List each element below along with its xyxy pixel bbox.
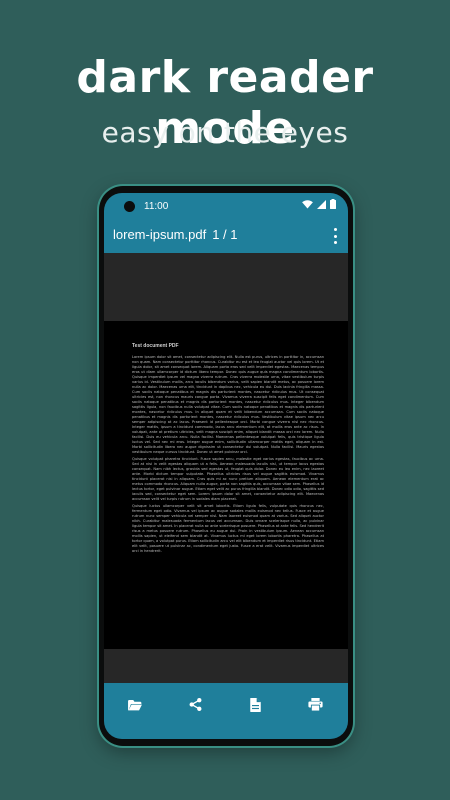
front-camera: [124, 201, 135, 212]
document-paragraph: Quisque luctus ullamcorper velit sit ame…: [132, 504, 324, 553]
print-button[interactable]: [303, 695, 327, 719]
more-vert-icon[interactable]: [330, 228, 340, 244]
file-name: lorem-ipsum.pdf: [113, 227, 207, 242]
document-paragraph: Quisque volutpat pharetra tincidunt. Fus…: [132, 457, 324, 501]
app-bar: lorem-ipsum.pdf 1 / 1: [104, 219, 348, 253]
pdf-page: Test document PDF Lorem ipsum dolor sit …: [104, 321, 348, 649]
document-paragraph: Lorem ipsum dolor sit amet, consectetur …: [132, 355, 324, 454]
appbar-title: lorem-ipsum.pdf 1 / 1: [113, 227, 238, 242]
share-button[interactable]: [183, 695, 207, 719]
signal-icon: [317, 199, 326, 212]
app-screen: 11:00 lorem-ipsum.pdf 1 / 1 Test document…: [104, 193, 348, 739]
wifi-icon: [302, 199, 313, 212]
print-icon: [307, 698, 323, 716]
pdf-viewer[interactable]: Test document PDF Lorem ipsum dolor sit …: [104, 253, 348, 683]
status-time: 11:00: [144, 201, 169, 212]
document-body: Lorem ipsum dolor sit amet, consectetur …: [132, 355, 324, 637]
folder-open-icon: [128, 698, 142, 716]
promo-subline: easy on the eyes: [101, 116, 349, 149]
battery-icon: [330, 199, 336, 212]
status-bar: 11:00: [104, 193, 348, 219]
share-icon: [189, 698, 202, 716]
file-info-button[interactable]: [243, 695, 267, 719]
document-title: Test document PDF: [132, 343, 179, 349]
status-icons: [302, 199, 336, 212]
bottom-toolbar: [104, 683, 348, 739]
open-folder-button[interactable]: [123, 695, 147, 719]
file-icon: [249, 697, 261, 717]
page-indicator: 1 / 1: [212, 227, 238, 242]
